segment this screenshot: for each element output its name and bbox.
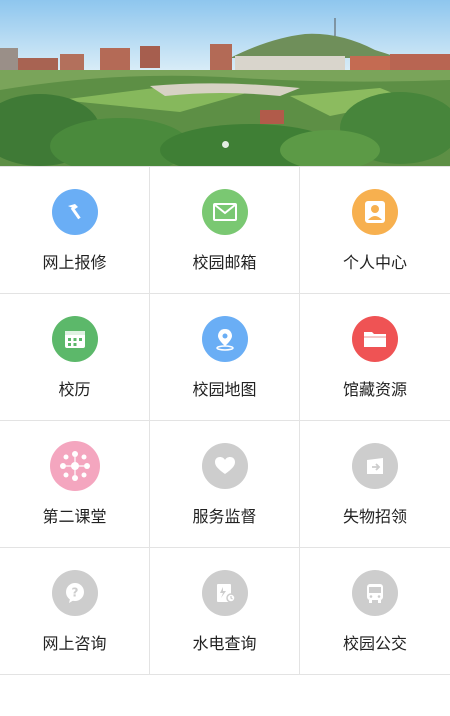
folder-icon [352, 316, 398, 362]
divider [0, 674, 450, 675]
question-icon: ? [51, 570, 98, 616]
menu-item-campus-mail[interactable]: 校园邮箱 [150, 167, 300, 294]
menu-item-label: 校历 [58, 380, 91, 399]
menu-item-service-supervision[interactable]: 服务监督 [150, 421, 300, 548]
menu-item-label: 校园邮箱 [192, 253, 257, 272]
menu-item-label: 失物招领 [342, 507, 407, 526]
menu-item-label: 网上咨询 [42, 634, 107, 653]
menu-item-utility-query[interactable]: 水电查询 [150, 548, 300, 675]
svg-text:?: ? [71, 586, 78, 600]
service-grid: 网上报修 校园邮箱 个人中心 校历 校园地图 馆藏资源 第二课堂 服务监督 失物… [0, 166, 450, 675]
menu-item-label: 第二课堂 [42, 507, 107, 526]
menu-item-online-consult[interactable]: ? 网上咨询 [0, 548, 150, 675]
menu-item-campus-map[interactable]: 校园地图 [150, 294, 300, 421]
exit-box-icon [352, 443, 398, 489]
menu-item-lost-and-found[interactable]: 失物招领 [300, 421, 450, 548]
bus-icon [352, 570, 398, 616]
menu-item-label: 网上报修 [42, 253, 107, 272]
menu-item-label: 校园地图 [192, 380, 257, 399]
mail-icon [201, 189, 248, 235]
menu-item-label: 馆藏资源 [342, 380, 407, 399]
menu-item-personal-center[interactable]: 个人中心 [300, 167, 450, 294]
menu-item-label: 个人中心 [342, 253, 407, 272]
meter-icon [201, 570, 248, 616]
carousel-dot[interactable] [221, 141, 229, 148]
hammer-icon [51, 189, 98, 235]
menu-item-label: 服务监督 [192, 507, 257, 526]
menu-item-label: 校园公交 [342, 634, 407, 653]
menu-item-campus-bus[interactable]: 校园公交 [300, 548, 450, 675]
menu-item-label: 水电查询 [192, 634, 257, 653]
menu-item-library-resources[interactable]: 馆藏资源 [300, 294, 450, 421]
second-class-icon [49, 441, 100, 491]
heart-icon [201, 443, 248, 489]
menu-item-second-classroom[interactable]: 第二课堂 [0, 421, 150, 548]
calendar-icon [51, 316, 98, 362]
person-icon [352, 189, 398, 235]
menu-item-school-calendar[interactable]: 校历 [0, 294, 150, 421]
menu-item-online-repair[interactable]: 网上报修 [0, 167, 150, 294]
map-pin-icon [201, 316, 248, 362]
carousel-indicator[interactable] [0, 141, 450, 148]
campus-banner[interactable] [0, 0, 450, 166]
